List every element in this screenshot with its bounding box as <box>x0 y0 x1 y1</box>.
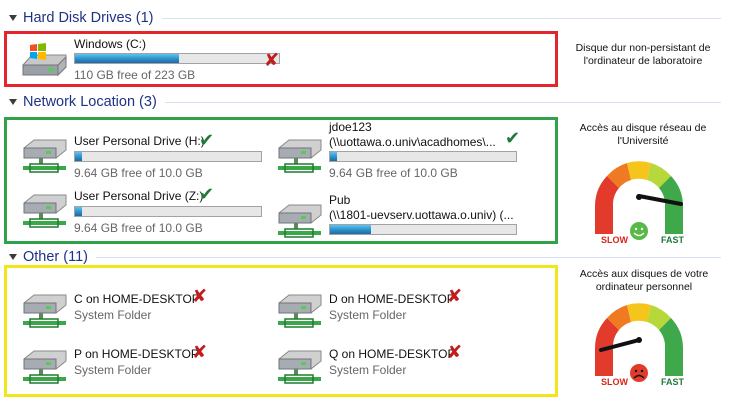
drive-item-c-home[interactable]: C on HOME-DESKTOP System Folder <box>20 289 270 329</box>
network-drive-icon <box>278 294 322 328</box>
x-mark-icon: ✘ <box>447 286 463 306</box>
network-drive-icon <box>23 294 67 328</box>
capacity-bar <box>74 53 280 64</box>
section-divider <box>161 17 721 19</box>
drive-name: Q on HOME-DESKTOP <box>329 347 456 361</box>
section-header-hard-disk[interactable]: Hard Disk Drives (1) <box>0 8 729 28</box>
free-space-text: 9.64 GB free of 10.0 GB <box>74 221 203 235</box>
section-divider <box>96 256 721 258</box>
network-drive-icon <box>278 204 322 238</box>
annotation-other: Accès aux disques de votre ordinateur pe… <box>579 268 709 293</box>
triangle-down-icon[interactable] <box>9 254 17 260</box>
drive-item-d-home[interactable]: D on HOME-DESKTOP System Folder <box>275 289 525 329</box>
x-mark-icon: ✘ <box>192 342 208 362</box>
capacity-bar <box>74 151 262 162</box>
drive-name: jdoe123 <box>329 120 372 134</box>
section-title: Hard Disk Drives (1) <box>23 10 154 26</box>
section-header-other[interactable]: Other (11) <box>0 247 729 267</box>
x-mark-icon: ✘ <box>447 342 463 362</box>
capacity-bar-fill <box>75 152 83 161</box>
capacity-bar <box>74 206 262 217</box>
check-icon: ✔ <box>199 130 215 150</box>
drive-item-q-home[interactable]: Q on HOME-DESKTOP System Folder <box>275 345 525 385</box>
drive-name: Pub <box>329 193 351 207</box>
section-title: Other (11) <box>23 249 89 265</box>
speed-gauge-fast: SLOW FAST <box>595 161 685 245</box>
network-drive-icon <box>23 194 67 228</box>
drive-type: System Folder <box>329 363 407 377</box>
annotation-hard-disk: Disque dur non-persistant de l'ordinateu… <box>575 42 711 67</box>
drive-path: (\\uottawa.o.univ\acadhomes\... <box>329 135 496 149</box>
x-mark-icon: ✘ <box>192 286 208 306</box>
triangle-down-icon[interactable] <box>9 99 17 105</box>
drive-item-pub[interactable]: Pub (\\1801-uevserv.uottawa.o.univ) (... <box>275 193 525 241</box>
network-drive-icon <box>23 139 67 173</box>
drive-name: C on HOME-DESKTOP <box>74 292 200 306</box>
capacity-bar-fill <box>75 207 83 216</box>
x-mark-icon: ✘ <box>264 50 280 70</box>
free-space-text: 9.64 GB free of 10.0 GB <box>74 166 203 180</box>
drive-name: P on HOME-DESKTOP <box>74 347 199 361</box>
drive-type: System Folder <box>329 308 407 322</box>
drive-name: Windows (C:) <box>74 37 147 51</box>
speed-gauge-slow: SLOW FAST <box>595 303 685 387</box>
network-drive-icon <box>23 350 67 384</box>
drive-name: User Personal Drive (Z:) <box>74 189 204 203</box>
free-space-text: 9.64 GB free of 10.0 GB <box>329 166 458 180</box>
section-divider <box>164 101 721 103</box>
windows-drive-icon <box>22 43 67 77</box>
capacity-bar <box>329 224 517 235</box>
section-title: Network Location (3) <box>23 94 157 110</box>
drive-item-z[interactable]: User Personal Drive (Z:) 9.64 GB free of… <box>20 189 270 237</box>
gauge-fast-label: FAST <box>661 377 685 387</box>
capacity-bar <box>329 151 517 162</box>
drive-item-p-home[interactable]: P on HOME-DESKTOP System Folder <box>20 345 270 385</box>
drive-name: User Personal Drive (H:) <box>74 134 205 148</box>
drive-type: System Folder <box>74 363 152 377</box>
check-icon: ✔ <box>505 128 521 148</box>
section-header-network[interactable]: Network Location (3) <box>0 92 729 112</box>
capacity-bar-fill <box>330 225 371 234</box>
free-space-text: 110 GB free of 223 GB <box>74 68 196 82</box>
network-drive-icon <box>278 139 322 173</box>
annotation-network: Accès au disque réseau de l'Université <box>579 122 707 147</box>
network-drive-icon <box>278 350 322 384</box>
gauge-fast-label: FAST <box>661 235 685 245</box>
gauge-slow-label: SLOW <box>601 377 629 387</box>
capacity-bar-fill <box>330 152 338 161</box>
gauge-slow-label: SLOW <box>601 235 629 245</box>
capacity-bar-fill <box>75 54 180 63</box>
check-icon: ✔ <box>199 184 215 204</box>
drive-path: (\\1801-uevserv.uottawa.o.univ) (... <box>329 208 514 222</box>
drive-type: System Folder <box>74 308 152 322</box>
drive-item-jdoe123[interactable]: jdoe123 (\\uottawa.o.univ\acadhomes\... … <box>275 120 525 180</box>
triangle-down-icon[interactable] <box>9 15 17 21</box>
drive-name: D on HOME-DESKTOP <box>329 292 455 306</box>
drive-item-h[interactable]: User Personal Drive (H:) 9.64 GB free of… <box>20 134 270 182</box>
